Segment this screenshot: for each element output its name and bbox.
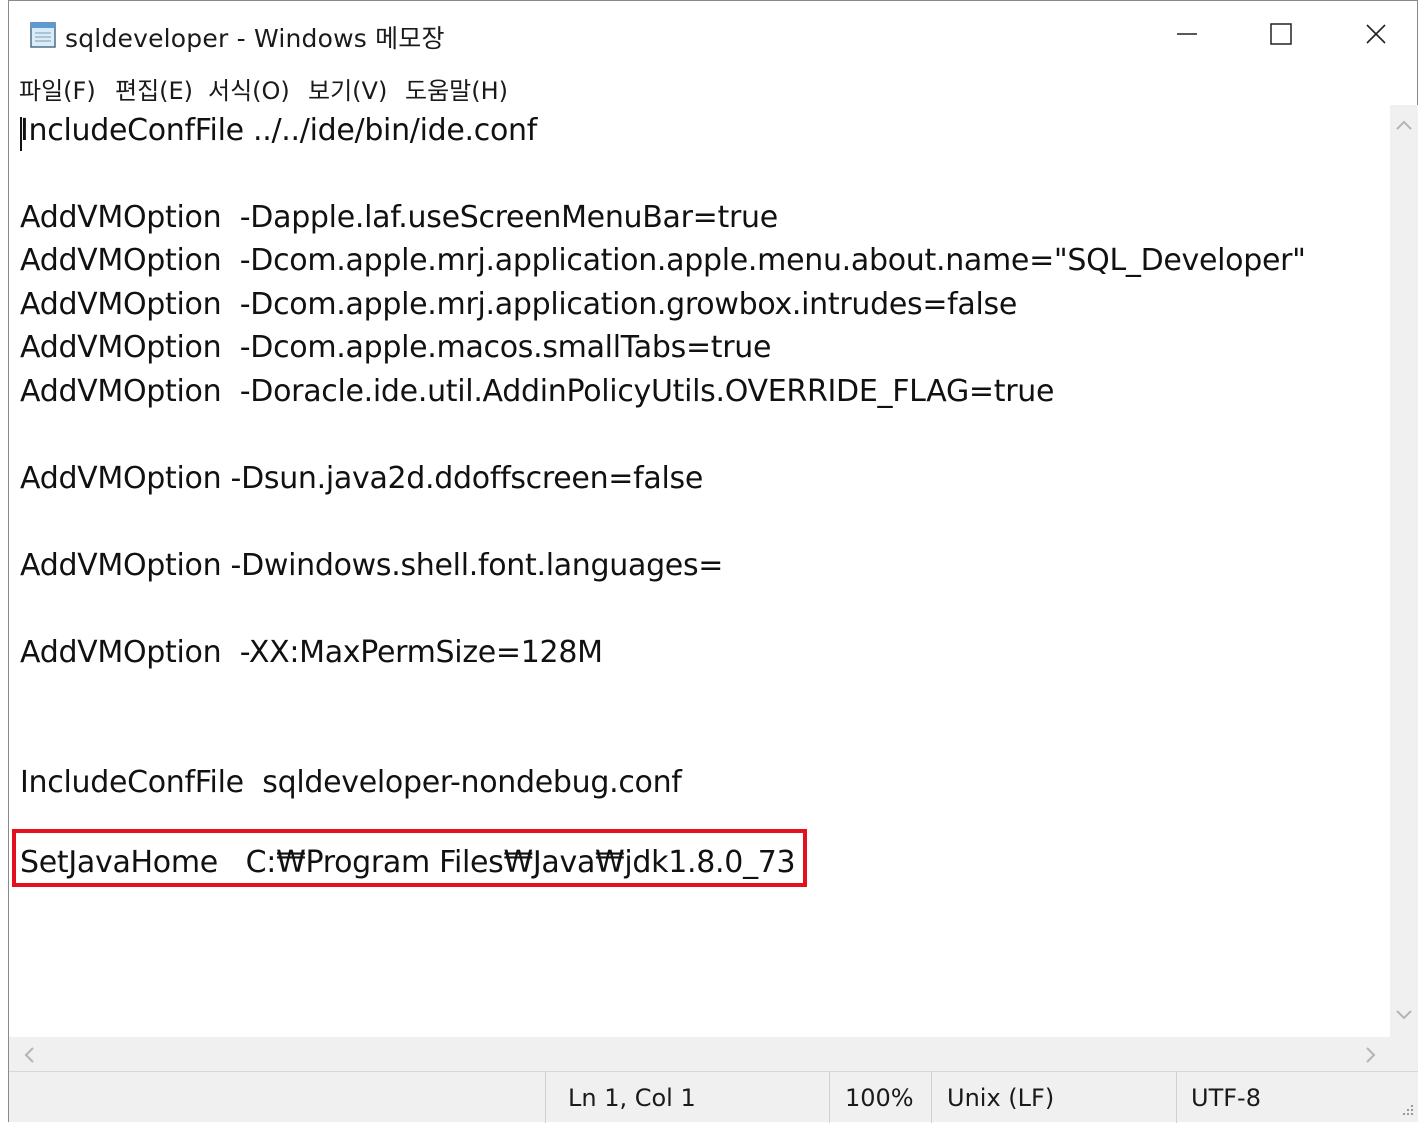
highlight-annotation-box (12, 829, 807, 887)
menu-view[interactable]: 보기(V) (308, 71, 387, 106)
menu-edit[interactable]: 편집(E) (115, 71, 193, 106)
window-title: sqldeveloper - Windows 메모장 (65, 24, 445, 53)
status-line-ending: Unix (LF) (947, 1084, 1055, 1112)
vertical-scrollbar[interactable] (1390, 105, 1418, 1037)
editor-line: IncludeConfFile sqldeveloper-nondebug.co… (20, 765, 682, 800)
editor-line: AddVMOption -Dwindows.shell.font.languag… (20, 548, 724, 583)
minimize-button[interactable] (1139, 1, 1235, 67)
editor-line: IncludeConfFile ../../ide/bin/ide.conf (20, 113, 538, 148)
menu-bar: 파일(F) 편집(E) 서식(O) 보기(V) 도움말(H) (9, 67, 1417, 105)
editor-line: AddVMOption -Dcom.apple.macos.smallTabs=… (20, 330, 772, 365)
status-encoding: UTF-8 (1191, 1084, 1261, 1112)
resize-grip-icon[interactable] (1399, 1101, 1415, 1117)
status-divider (931, 1072, 932, 1123)
status-bar: Ln 1, Col 1 100% Unix (LF) UTF-8 (9, 1071, 1418, 1123)
text-editor[interactable]: IncludeConfFile ../../ide/bin/ide.conf A… (9, 105, 1390, 1037)
editor-line: AddVMOption -Dsun.java2d.ddoffscreen=fal… (20, 461, 703, 496)
editor-line: AddVMOption -Doracle.ide.util.AddinPolic… (20, 374, 1055, 409)
menu-help[interactable]: 도움말(H) (405, 71, 508, 106)
close-button[interactable] (1331, 1, 1426, 67)
status-divider (1176, 1072, 1177, 1123)
notepad-window: sqldeveloper - Windows 메모장 파일(F) 편집(E) 서… (8, 0, 1418, 1123)
maximize-icon (1270, 23, 1292, 45)
menu-format[interactable]: 서식(O) (208, 71, 290, 106)
status-zoom: 100% (845, 1084, 914, 1112)
scroll-right-icon[interactable] (1361, 1045, 1381, 1065)
maximize-button[interactable] (1235, 1, 1331, 67)
editor-line: AddVMOption -Dapple.laf.useScreenMenuBar… (20, 200, 778, 235)
scroll-up-icon[interactable] (1394, 115, 1414, 135)
scroll-left-icon[interactable] (19, 1045, 39, 1065)
editor-line: AddVMOption -Dcom.apple.mrj.application.… (20, 287, 1018, 322)
horizontal-scrollbar[interactable] (9, 1037, 1418, 1071)
status-cursor-position: Ln 1, Col 1 (568, 1084, 696, 1112)
close-icon (1366, 24, 1386, 44)
editor-line: AddVMOption -XX:MaxPermSize=128M (20, 635, 603, 670)
title-bar[interactable]: sqldeveloper - Windows 메모장 (9, 1, 1417, 67)
status-divider (829, 1072, 830, 1123)
scroll-down-icon[interactable] (1394, 1005, 1414, 1025)
status-divider (545, 1072, 546, 1123)
editor-line: AddVMOption -Dcom.apple.mrj.application.… (20, 243, 1306, 278)
menu-file[interactable]: 파일(F) (19, 71, 96, 106)
notepad-icon (27, 19, 59, 49)
